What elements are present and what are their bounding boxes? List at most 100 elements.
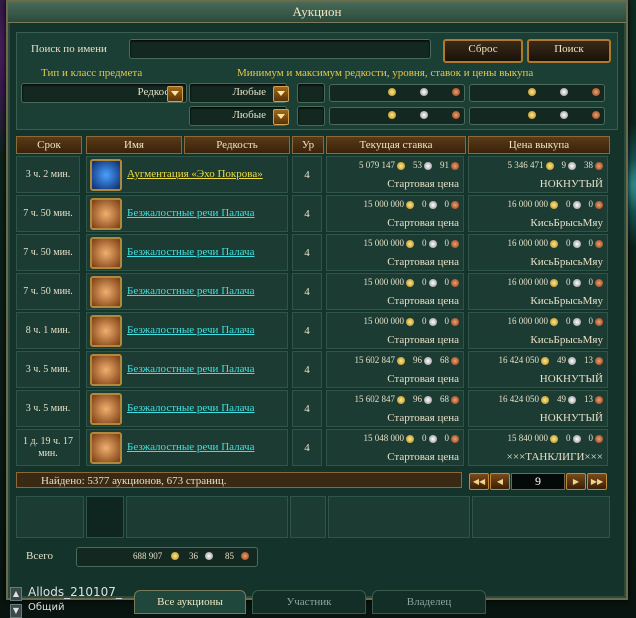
chat-panel: ▲ Allods_210107_ ▼ Общий	[0, 585, 140, 618]
buyout-price-copper: 0	[588, 199, 594, 209]
gold-coin-icon	[528, 88, 536, 96]
scroll-icon[interactable]	[90, 198, 122, 230]
buyout-price-gold: 5 346 471	[507, 160, 544, 170]
item-cell[interactable]: Безжалостные речи Палача	[86, 351, 288, 388]
total-money: 688 907 36 85	[76, 547, 258, 567]
current-bid: 15 048 000 0 0 Стартовая цена	[326, 429, 464, 466]
item-level: 4	[292, 429, 322, 466]
silver-coin-icon	[572, 200, 581, 209]
table-row[interactable]: 3 ч. 2 мин. Аугментация «Эхо Покрова» 4 5 0…	[16, 156, 616, 193]
tab-participant[interactable]: Участник	[252, 590, 366, 614]
copper-coin-icon	[595, 395, 603, 404]
chat-up-icon[interactable]: ▲	[10, 587, 22, 601]
scroll-icon[interactable]	[90, 432, 122, 464]
header-name[interactable]: Имя	[86, 136, 182, 154]
item-name[interactable]: Безжалостные речи Палача	[127, 441, 254, 453]
item-cell[interactable]: Безжалостные речи Палача	[86, 390, 288, 427]
bid-label: Стартовая цена	[387, 217, 459, 229]
item-name[interactable]: Безжалостные речи Палача	[127, 324, 254, 336]
item-name[interactable]: Аугментация «Эхо Покрова»	[127, 168, 263, 180]
item-level: 4	[292, 390, 322, 427]
bid-min-input[interactable]	[329, 84, 465, 102]
chat-channel-tab[interactable]: Общий	[28, 602, 64, 613]
copper-coin-icon	[451, 161, 459, 170]
time-left: 3 ч. 5 мин.	[16, 351, 80, 388]
tab-owner[interactable]: Владелец	[372, 590, 486, 614]
current-bid: 15 602 847 96 68 Стартовая цена	[326, 390, 464, 427]
table-row[interactable]: 7 ч. 50 мин. Безжалостные речи Палача 4 15 …	[16, 273, 616, 310]
scroll-icon[interactable]	[90, 393, 122, 425]
copper-coin-icon	[592, 111, 600, 119]
item-name[interactable]: Безжалостные речи Палача	[127, 402, 254, 414]
gold-coin-icon	[406, 200, 414, 209]
level-max-input[interactable]	[297, 106, 325, 126]
rarity-select[interactable]: Редкости	[21, 83, 187, 103]
rarity-dropdown-icon[interactable]	[167, 86, 183, 102]
header-rarity[interactable]: Редкость	[184, 136, 290, 154]
time-left: 7 ч. 50 мин.	[16, 234, 80, 271]
item-cell[interactable]: Безжалостные речи Палача	[86, 273, 288, 310]
last-page-icon[interactable]: ▶▶	[587, 473, 607, 490]
gold-coin-icon	[550, 434, 558, 443]
prev-page-icon[interactable]: ◀	[490, 473, 510, 490]
item-cell[interactable]: Аугментация «Эхо Покрова»	[86, 156, 288, 193]
table-row[interactable]: 3 ч. 5 мин. Безжалостные речи Палача 4 15 6…	[16, 390, 616, 427]
header-bid[interactable]: Текущая ставка	[326, 136, 466, 154]
header-time[interactable]: Срок	[16, 136, 82, 154]
scroll-icon[interactable]	[90, 276, 122, 308]
first-page-icon[interactable]: ◀◀	[469, 473, 489, 490]
table-row[interactable]: 1 д. 19 ч. 17 мин. Безжалостные речи Пала…	[16, 429, 616, 466]
item-name[interactable]: Безжалостные речи Палача	[127, 285, 254, 297]
page-number-input[interactable]: 9	[511, 473, 565, 490]
total-silver: 36	[189, 551, 198, 561]
reset-button[interactable]: Сброс	[443, 39, 523, 63]
item-name[interactable]: Безжалостные речи Палача	[127, 363, 254, 375]
table-row[interactable]: 7 ч. 50 мин. Безжалостные речи Палача 4 15 …	[16, 195, 616, 232]
current-bid-copper: 91	[440, 160, 449, 170]
silver-coin-icon	[428, 200, 437, 209]
header-buyout[interactable]: Цена выкупа	[468, 136, 610, 154]
buyout-price: 16 000 000 0 0 КисьБрысьМяу	[468, 312, 608, 349]
item-cell[interactable]: Безжалостные речи Палача	[86, 234, 288, 271]
search-name-input[interactable]	[129, 39, 431, 59]
chat-down-icon[interactable]: ▼	[10, 604, 22, 618]
buyout-max-input[interactable]	[469, 107, 605, 125]
time-left: 7 ч. 50 мин.	[16, 273, 80, 310]
item-cell[interactable]: Безжалостные речи Палача	[86, 195, 288, 232]
table-row[interactable]: 8 ч. 1 мин. Безжалостные речи Палача 4 15 0…	[16, 312, 616, 349]
any-select-1-label: Любые	[232, 86, 266, 98]
buyout-price-silver: 0	[566, 238, 571, 248]
item-name[interactable]: Безжалостные речи Палача	[127, 246, 254, 258]
scroll-icon[interactable]	[90, 237, 122, 269]
item-cell[interactable]: Безжалостные речи Палача	[86, 312, 288, 349]
current-bid-gold: 5 079 147	[359, 160, 395, 170]
any-dropdown-2-icon[interactable]	[273, 109, 289, 125]
any-dropdown-1-icon[interactable]	[273, 86, 289, 102]
current-bid-gold: 15 000 000	[363, 316, 405, 326]
copper-coin-icon	[595, 356, 603, 365]
item-level: 4	[292, 156, 322, 193]
search-button[interactable]: Поиск	[527, 39, 611, 63]
bid-max-input[interactable]	[329, 107, 465, 125]
item-level: 4	[292, 273, 322, 310]
gold-coin-icon	[406, 434, 414, 443]
scroll-icon[interactable]	[90, 315, 122, 347]
augment-icon[interactable]	[90, 159, 122, 191]
item-name[interactable]: Безжалостные речи Палача	[127, 207, 254, 219]
buyout-min-input[interactable]	[469, 84, 605, 102]
scroll-icon[interactable]	[90, 354, 122, 386]
table-row[interactable]: 7 ч. 50 мин. Безжалостные речи Палача 4 15 …	[16, 234, 616, 271]
current-bid: 15 000 000 0 0 Стартовая цена	[326, 312, 464, 349]
current-bid-gold: 15 000 000	[363, 199, 405, 209]
silver-coin-icon	[420, 88, 428, 96]
header-level[interactable]: Ур	[292, 136, 324, 154]
status-bar: Найдено: 5377 аукционов, 673 страниц.	[16, 472, 462, 488]
table-row[interactable]: 3 ч. 5 мин. Безжалостные речи Палача 4 15 6…	[16, 351, 616, 388]
silver-coin-icon	[428, 239, 437, 248]
next-page-icon[interactable]: ▶	[566, 473, 586, 490]
tab-all-auctions[interactable]: Все аукционы	[134, 590, 246, 614]
item-cell[interactable]: Безжалостные речи Палача	[86, 429, 288, 466]
silver-coin-icon	[424, 161, 432, 170]
buyout-price-copper: 0	[588, 277, 594, 287]
level-min-input[interactable]	[297, 83, 325, 103]
